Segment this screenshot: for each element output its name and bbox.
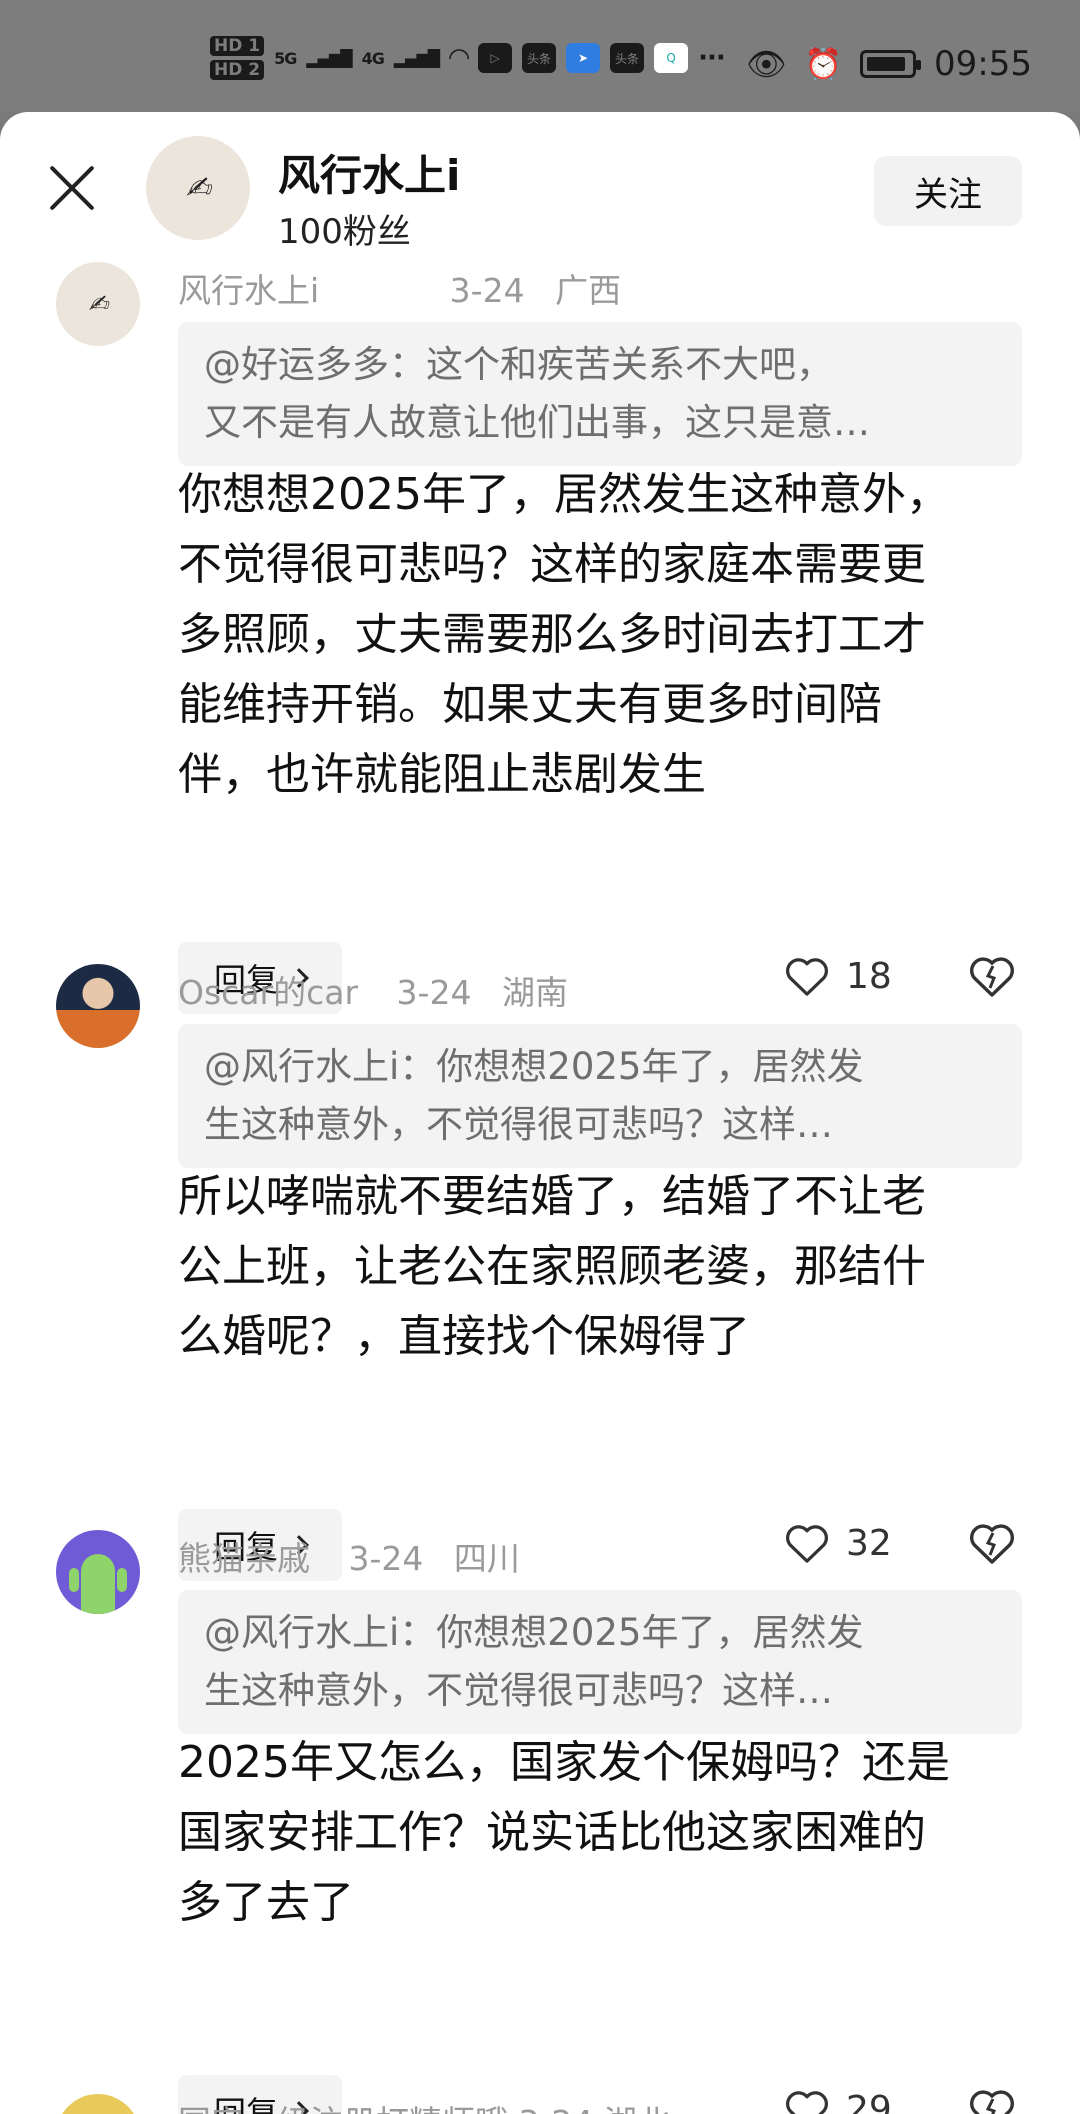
toutiao-2-icon: 头条 [610,43,645,73]
hd2-label: HD 2 [210,60,265,80]
battery-icon [860,50,922,78]
like-button[interactable]: 32 [784,1522,892,1564]
heart-icon [786,2091,828,2114]
hd-indicator: HD 1 HD 2 [210,36,265,80]
author-name[interactable]: 风行水上i [278,142,460,203]
comment-meta: 熊猫亲戚 3-24 四川 [178,1532,540,1580]
comment-user[interactable]: 风行水上i [178,271,319,310]
wifi-icon: ◠ [449,43,469,73]
close-icon[interactable] [48,164,96,212]
comment-text: 所以哮喘就不要结婚了，结婚了不让老 公上班，让老公在家照顾老婆，那结什 么婚呢？… [178,1162,1022,1372]
comment-meta: 国安一级注册打精师哦 3-24 湖北 [178,2096,670,2114]
text-line: 你想想2025年了，居然发生这种意外， [178,469,950,520]
status-left: HD 1 HD 2 5G ▂▄▆█ 4G ▂▄▆█ ◠ ▷ 头条 ➤ 头条 Q … [210,36,726,80]
eye-icon: 👁 [746,45,787,83]
heart-icon [786,958,828,996]
hd1-label: HD 1 [210,36,265,56]
text-line: 不觉得很可悲吗？这样的家庭本需要更 [178,539,926,590]
author-avatar[interactable]: ✍︎ [146,136,250,240]
comment-text: 你想想2025年了，居然发生这种意外， 不觉得很可悲吗？这样的家庭本需要更 多照… [178,460,1022,810]
like-count: 18 [846,955,892,997]
search-app-icon: Q [654,43,689,73]
like-count: 29 [846,2088,892,2114]
comment-date: 3-24 [348,1539,424,1578]
play-icon: ▷ [478,43,513,73]
signal-bars-2-icon: ▂▄▆█ [393,48,440,68]
comment-user[interactable]: 熊猫亲戚 [178,1539,310,1578]
quote-line: @风行水上i：你想想2025年了，居然发 [204,1611,864,1654]
text-line: 国家安排工作？说实话比他这家困难的 [178,1807,926,1858]
quoted-comment[interactable]: @风行水上i：你想想2025年了，居然发 生这种意外，不觉得很可悲吗？这样… [178,1590,1022,1734]
quote-line: 又不是有人故意让他们出事，这只是意… [204,401,870,444]
avatar[interactable] [56,1530,140,1614]
broken-heart-icon[interactable] [968,2087,1016,2114]
text-line: 公上班，让老公在家照顾老婆，那结什 [178,1241,926,1292]
feather-icon: ➤ [566,43,601,73]
broken-heart-icon[interactable] [968,1521,1016,1565]
signal-4g-icon: 4G [361,48,385,68]
clock-time: 09:55 [934,44,1032,84]
text-line: 所以哮喘就不要结婚了，结婚了不让老 [178,1171,926,1222]
text-line: 么婚呢？，直接找个保姆得了 [178,1311,750,1362]
like-count: 32 [846,1522,892,1564]
heart-icon [786,1525,828,1563]
cactus-icon [69,1554,127,1614]
quote-line: @风行水上i：你想想2025年了，居然发 [204,1045,864,1088]
status-bar: HD 1 HD 2 5G ▂▄▆█ 4G ▂▄▆█ ◠ ▷ 头条 ➤ 头条 Q … [0,0,1080,112]
quote-line: @好运多多：这个和疾苦关系不大吧， [204,343,833,386]
comment-date: 3-24 [449,271,525,310]
comment-region: 湖南 [501,973,568,1012]
comment-date: 3-24 [396,973,472,1012]
text-line: 能维持开销。如果丈夫有更多时间陪 [178,679,882,730]
like-button[interactable]: 29 [784,2088,892,2114]
text-line: 伴，也许就能阻止悲剧发生 [178,749,706,800]
follow-button[interactable]: 关注 [874,156,1022,226]
like-button[interactable]: 18 [784,955,892,997]
comment-user[interactable]: Oscar的car [178,973,358,1012]
quote-line: 生这种意外，不觉得很可悲吗？这样… [204,1103,833,1146]
avatar[interactable] [56,964,140,1048]
text-line: 2025年又怎么，国家发个保姆吗？还是 [178,1737,950,1788]
avatar[interactable] [56,2094,140,2114]
comment-text: 2025年又怎么，国家发个保姆吗？还是 国家安排工作？说实话比他这家困难的 多了… [178,1728,1022,1938]
comment-meta: 风行水上i 3-24 广西 [178,264,641,312]
broken-heart-icon[interactable] [968,954,1016,998]
author-fans-count: 100粉丝 [278,212,411,252]
avatar[interactable]: ✍︎ [56,262,140,346]
sheet-header: ✍︎ 风行水上i 100粉丝 关注 [0,112,1080,257]
status-right: 👁 ⏰ 09:55 [746,44,1032,84]
quote-line: 生这种意外，不觉得很可悲吗？这样… [204,1669,833,1712]
signal-5g-icon: 5G [274,48,297,68]
quoted-comment[interactable]: @风行水上i：你想想2025年了，居然发 生这种意外，不觉得很可悲吗？这样… [178,1024,1022,1168]
comment-sheet: ✍︎ 风行水上i 100粉丝 关注 ✍︎ 风行水上i 3-24 广西 @好运多多… [0,112,1080,2114]
text-line: 多照顾，丈夫需要那么多时间去打工才 [178,609,926,660]
comment-region: 四川 [453,1539,520,1578]
signal-bars-icon: ▂▄▆█ [306,48,352,68]
more-notifications-icon: ··· [698,43,726,73]
alarm-icon: ⏰ [804,46,843,82]
comment-meta: Oscar的car 3-24 湖南 [178,966,588,1014]
comment-region: 广西 [555,271,622,310]
quoted-comment[interactable]: @好运多多：这个和疾苦关系不大吧， 又不是有人故意让他们出事，这只是意… [178,322,1022,466]
toutiao-icon: 头条 [522,43,557,73]
text-line: 多了去了 [178,1877,354,1928]
